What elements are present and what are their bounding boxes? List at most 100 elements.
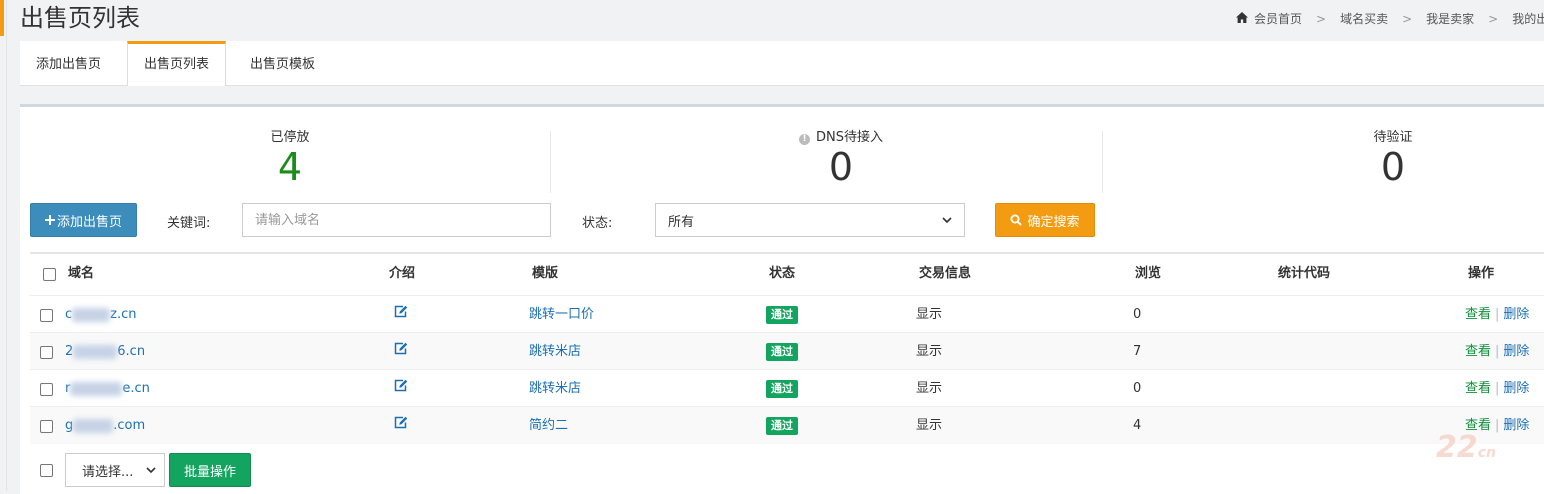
view-link[interactable]: 查看 [1465,307,1491,322]
row-checkbox[interactable] [40,346,53,359]
edit-icon[interactable] [394,296,408,333]
header-trade-info: 交易信息 [919,266,972,281]
left-divider [6,0,7,491]
chevron-down-icon [942,216,952,223]
status-badge: 通过 [766,305,798,324]
main-panel: 已停放 4 !DNS待接入 0 待验证 0 添加出售页 关键词: 状态: 所有 … [20,104,1544,494]
breadcrumb-item-seller[interactable]: 我是卖家 [1426,10,1474,27]
keyword-input[interactable] [242,203,551,237]
trade-info: 显示 [916,381,943,396]
breadcrumb-separator: > [1316,11,1327,26]
action-separator: | [1495,307,1500,322]
add-sale-page-label: 添加出售页 [56,214,122,230]
redacted-blur [73,418,114,433]
view-link[interactable]: 查看 [1465,344,1491,359]
keyword-label: 关键词: [167,216,211,231]
action-separator: | [1495,381,1500,396]
trade-info: 显示 [916,307,943,322]
status-select[interactable]: 所有 [655,203,965,237]
add-sale-page-button[interactable]: 添加出售页 [30,203,137,237]
batch-action-select-value: 请选择... [82,464,134,480]
breadcrumb-item-mine[interactable]: 我的出 [1512,10,1544,27]
header-views: 浏览 [1135,266,1162,281]
breadcrumb-separator: > [1488,11,1499,26]
views-count: 7 [1133,344,1142,359]
header-actions: 操作 [1468,266,1495,281]
delete-link[interactable]: 删除 [1503,418,1529,433]
batch-action-select[interactable]: 请选择... [65,453,165,487]
header-intro: 介绍 [389,266,416,281]
table-header: 域名 介绍 模版 状态 交易信息 浏览 统计代码 操作 [30,254,1544,294]
row-checkbox[interactable] [40,309,53,322]
batch-select-all-checkbox[interactable] [40,464,53,477]
template-link[interactable]: 简约二 [529,407,568,444]
left-accent-mark [0,0,4,36]
home-icon[interactable] [1236,11,1248,26]
chevron-down-icon [146,466,156,473]
stat-parked: 已停放 4 [20,129,560,187]
breadcrumb-item-home[interactable]: 会员首页 [1254,10,1302,27]
template-link[interactable]: 跳转一口价 [529,296,594,333]
tab-sale-page-list[interactable]: 出售页列表 [127,41,227,86]
stat-pending-verify: 待验证 0 [1123,129,1544,187]
stat-parked-value: 4 [277,145,303,189]
header-template: 模版 [532,266,559,281]
batch-action-button[interactable]: 批量操作 [169,453,251,487]
delete-link[interactable]: 删除 [1503,381,1529,396]
tab-sale-page-template[interactable]: 出售页模板 [234,41,331,85]
stat-pending-verify-label: 待验证 [1373,130,1413,145]
view-link[interactable]: 查看 [1465,381,1491,396]
views-count: 0 [1133,307,1142,322]
select-all-checkbox[interactable] [43,268,56,281]
table-row: 2 6.cn 跳转米店 通过 显示 7 查看 | 删除 [30,332,1544,370]
delete-link[interactable]: 删除 [1503,307,1529,322]
edit-icon[interactable] [394,333,408,370]
stat-dns-pending-value: 0 [828,145,854,189]
stat-divider [1102,131,1103,193]
domain-link[interactable]: g .com [65,407,145,444]
table-row: r e.cn 跳转米店 通过 显示 0 查看 | 删除 [30,369,1544,407]
stat-dns-pending: ! DNS待接入 0 [571,129,1111,187]
search-button-label: 确定搜索 [1027,214,1080,230]
tab-bar: 添加出售页 出售页列表 出售页模板 [20,41,1544,86]
status-label: 状态: [582,216,613,231]
redacted-blur [70,381,123,396]
status-badge: 通过 [766,416,798,435]
page-title: 出售页列表 [20,4,140,32]
tab-add-sale-page[interactable]: 添加出售页 [20,41,117,85]
search-icon [1010,214,1023,226]
edit-icon[interactable] [394,407,408,444]
breadcrumb-item-domain-trade[interactable]: 域名买卖 [1340,10,1388,27]
row-checkbox[interactable] [40,420,53,433]
search-button[interactable]: 确定搜索 [995,203,1095,237]
batch-actions: 请选择... 批量操作 [30,453,1544,489]
status-badge: 通过 [766,379,798,398]
row-checkbox[interactable] [40,383,53,396]
plus-icon [44,215,55,225]
redacted-blur [72,307,111,322]
table-row: c z.cn 跳转一口价 通过 显示 0 查看 | 删除 [30,295,1544,333]
trade-info: 显示 [916,418,943,433]
header-domain: 域名 [68,266,95,281]
template-link[interactable]: 跳转米店 [529,333,581,370]
header-stats-code: 统计代码 [1278,266,1331,281]
domain-link[interactable]: c z.cn [65,296,137,333]
domain-link[interactable]: r e.cn [65,370,150,407]
header-status: 状态 [769,266,796,281]
domain-link[interactable]: 2 6.cn [65,333,145,370]
table-row: g .com 简约二 通过 显示 4 查看 | 删除 [30,406,1544,444]
trade-info: 显示 [916,344,943,359]
views-count: 0 [1133,381,1142,396]
views-count: 4 [1133,418,1142,433]
status-select-value: 所有 [668,214,695,230]
watermark-logo: 22cn [1436,430,1497,465]
stat-pending-verify-value: 0 [1380,145,1406,189]
stat-dns-pending-label: DNS待接入 [816,130,883,145]
template-link[interactable]: 跳转米店 [529,370,581,407]
stat-divider [550,131,551,193]
info-icon: ! [799,134,810,145]
breadcrumb-separator: > [1402,11,1413,26]
delete-link[interactable]: 删除 [1503,344,1529,359]
edit-icon[interactable] [394,370,408,407]
left-edge [0,0,4,491]
